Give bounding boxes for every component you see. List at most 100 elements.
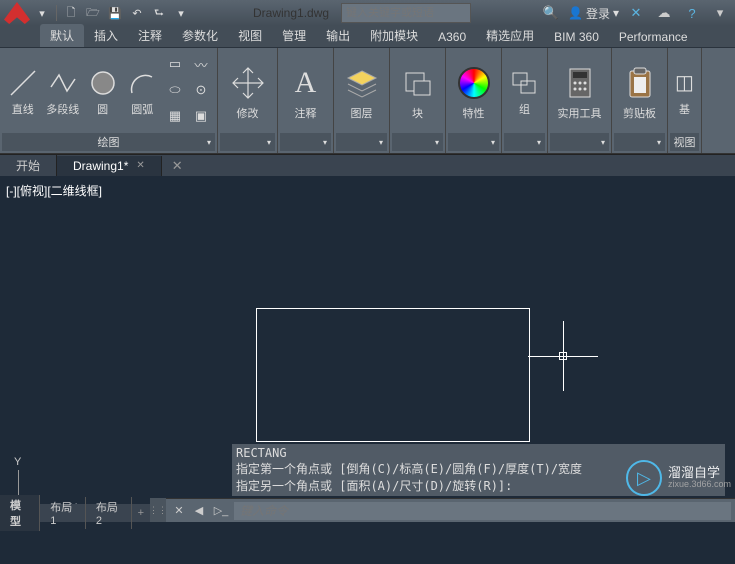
tool-ellipse-icon[interactable]: ⬭: [163, 78, 187, 102]
ribbon-tab-a360[interactable]: A360: [428, 27, 476, 47]
block-icon: [398, 63, 438, 103]
watermark-url: zixue.3d66.com: [668, 480, 731, 490]
ribbon-tab-parametric[interactable]: 参数化: [172, 24, 228, 47]
layout-add-button[interactable]: +: [132, 505, 150, 521]
doc-tab-start[interactable]: 开始: [0, 154, 57, 177]
close-icon[interactable]: ✕: [136, 160, 144, 171]
panel-base: ◫ 基 视图: [668, 48, 702, 153]
chevron-down-icon: ▾: [207, 138, 211, 147]
text-icon: A: [286, 63, 326, 103]
tool-circle[interactable]: 圆: [84, 52, 122, 131]
tool-base[interactable]: ◫ 基: [672, 52, 698, 131]
login-button[interactable]: 👤 登录 ▾: [568, 5, 619, 22]
ribbon-tab-manage[interactable]: 管理: [272, 24, 316, 47]
doc-tab-label: Drawing1*: [73, 159, 128, 173]
tool-region-icon[interactable]: ▣: [189, 104, 213, 128]
ribbon-tab-default[interactable]: 默认: [40, 24, 84, 47]
ribbon-tab-addons[interactable]: 附加模块: [360, 24, 428, 47]
layout-tab-2[interactable]: 布局2: [86, 497, 132, 529]
qat-new-icon[interactable]: 🗋: [61, 3, 81, 23]
command-line: ✕ ◀ ▷_: [166, 498, 735, 522]
qat-dropdown[interactable]: ▾: [171, 3, 191, 23]
panel-annotate: A 注释 ▾: [278, 48, 334, 153]
ribbon-tab-view[interactable]: 视图: [228, 24, 272, 47]
play-icon: ▷: [626, 460, 662, 496]
panel-properties-title[interactable]: ▾: [448, 133, 499, 151]
panel-group: 组 ▾: [502, 48, 548, 153]
ribbon-tab-performance[interactable]: Performance: [609, 27, 698, 47]
layers-icon: [342, 63, 382, 103]
app-logo-icon[interactable]: [4, 2, 30, 24]
document-title: Drawing1.dwg: [253, 6, 329, 20]
panel-utils-title[interactable]: ▾: [550, 133, 609, 151]
search-input[interactable]: [341, 3, 471, 23]
ribbon-tab-output[interactable]: 输出: [316, 24, 360, 47]
drawing-viewport[interactable]: [-][俯视][二维线框] Y X RECTANG 指定第一个角点或 [倒角(C…: [0, 176, 735, 522]
layout-tab-1[interactable]: 布局1: [40, 497, 86, 529]
layout-tab-model[interactable]: 模型: [0, 495, 40, 531]
panel-draw: 直线 多段线 圆 圆弧 ▭ ⬭ ▦ 〰 ⊙ ▣: [0, 48, 218, 153]
doc-tab-add[interactable]: ✕: [162, 155, 193, 177]
watermark: ▷ 溜溜自学 zixue.3d66.com: [626, 460, 731, 496]
panel-modify-title[interactable]: ▾: [220, 133, 275, 151]
chevron-down-icon: ▾: [323, 138, 327, 147]
qat-save-icon[interactable]: 💾: [105, 3, 125, 23]
panel-base-title[interactable]: 视图: [670, 133, 699, 151]
cloud-icon[interactable]: ☁: [653, 5, 675, 21]
command-input[interactable]: [234, 502, 731, 520]
ribbon-tab-featured[interactable]: 精选应用: [476, 24, 544, 47]
layout-tabs: 模型 布局1 布局2 +: [0, 504, 150, 522]
tool-spline-icon[interactable]: 〰: [189, 52, 213, 76]
tool-group[interactable]: 组: [506, 52, 543, 131]
tool-text[interactable]: A 注释: [282, 52, 329, 131]
color-wheel-icon: [454, 63, 494, 103]
qat-open-icon[interactable]: 🗁: [83, 3, 103, 23]
tool-polyline[interactable]: 多段线: [44, 52, 82, 131]
watermark-brand: 溜溜自学: [668, 466, 731, 480]
circle-icon: [87, 67, 119, 99]
doc-tab-drawing1[interactable]: Drawing1* ✕: [57, 156, 162, 176]
tool-layer[interactable]: 图层: [338, 52, 385, 131]
chevron-down-icon: ▾: [657, 138, 661, 147]
tool-rectangle-icon[interactable]: ▭: [163, 52, 187, 76]
tool-block[interactable]: 块: [394, 52, 441, 131]
ucs-y-label: Y: [14, 456, 21, 468]
drawn-rectangle: [256, 308, 530, 442]
qat-undo-icon[interactable]: ↶: [127, 3, 147, 23]
tool-arc[interactable]: 圆弧: [123, 52, 161, 131]
ribbon-tab-bim360[interactable]: BIM 360: [544, 27, 609, 47]
help-icon[interactable]: ?: [681, 6, 703, 21]
ribbon-tab-insert[interactable]: 插入: [84, 24, 128, 47]
panel-block-title[interactable]: ▾: [392, 133, 443, 151]
tool-point-icon[interactable]: ⊙: [189, 78, 213, 102]
tool-utils[interactable]: 实用工具: [552, 52, 607, 131]
app-menu-dropdown[interactable]: ▾: [32, 3, 52, 23]
panel-clipboard-title[interactable]: ▾: [614, 133, 665, 151]
ribbon-tab-annotate[interactable]: 注释: [128, 24, 172, 47]
tool-properties[interactable]: 特性: [450, 52, 497, 131]
cmd-close-icon[interactable]: ✕: [170, 502, 188, 520]
cmd-recent-icon[interactable]: ◀: [190, 502, 208, 520]
tool-line[interactable]: 直线: [4, 52, 42, 131]
cmd-prompt-icon: ▷_: [212, 502, 230, 520]
panel-layer-title[interactable]: ▾: [336, 133, 387, 151]
tool-hatch-icon[interactable]: ▦: [163, 104, 187, 128]
panel-clipboard: 剪贴板 ▾: [612, 48, 668, 153]
help-dropdown-icon[interactable]: ▾: [709, 5, 731, 21]
chevron-down-icon: ▾: [435, 138, 439, 147]
tool-paste[interactable]: 剪贴板: [616, 52, 663, 131]
exchange-icon[interactable]: ✕: [625, 5, 647, 21]
viewport-label[interactable]: [-][俯视][二维线框]: [6, 182, 102, 199]
chevron-down-icon: ▾: [267, 138, 271, 147]
panel-draw-title[interactable]: 绘图▾: [2, 133, 215, 151]
chevron-down-icon: ▾: [379, 138, 383, 147]
panel-annotate-title[interactable]: ▾: [280, 133, 331, 151]
panel-group-title[interactable]: ▾: [504, 133, 545, 151]
qat-redo-icon[interactable]: ⮑: [149, 3, 169, 23]
cmd-drag-handle[interactable]: ⋮⋮: [150, 498, 166, 522]
panel-layer: 图层 ▾: [334, 48, 390, 153]
tool-modify[interactable]: 修改: [222, 52, 273, 131]
ribbon: 直线 多段线 圆 圆弧 ▭ ⬭ ▦ 〰 ⊙ ▣: [0, 48, 735, 154]
clipboard-icon: [620, 63, 660, 103]
search-icon[interactable]: 🔍: [540, 5, 562, 21]
